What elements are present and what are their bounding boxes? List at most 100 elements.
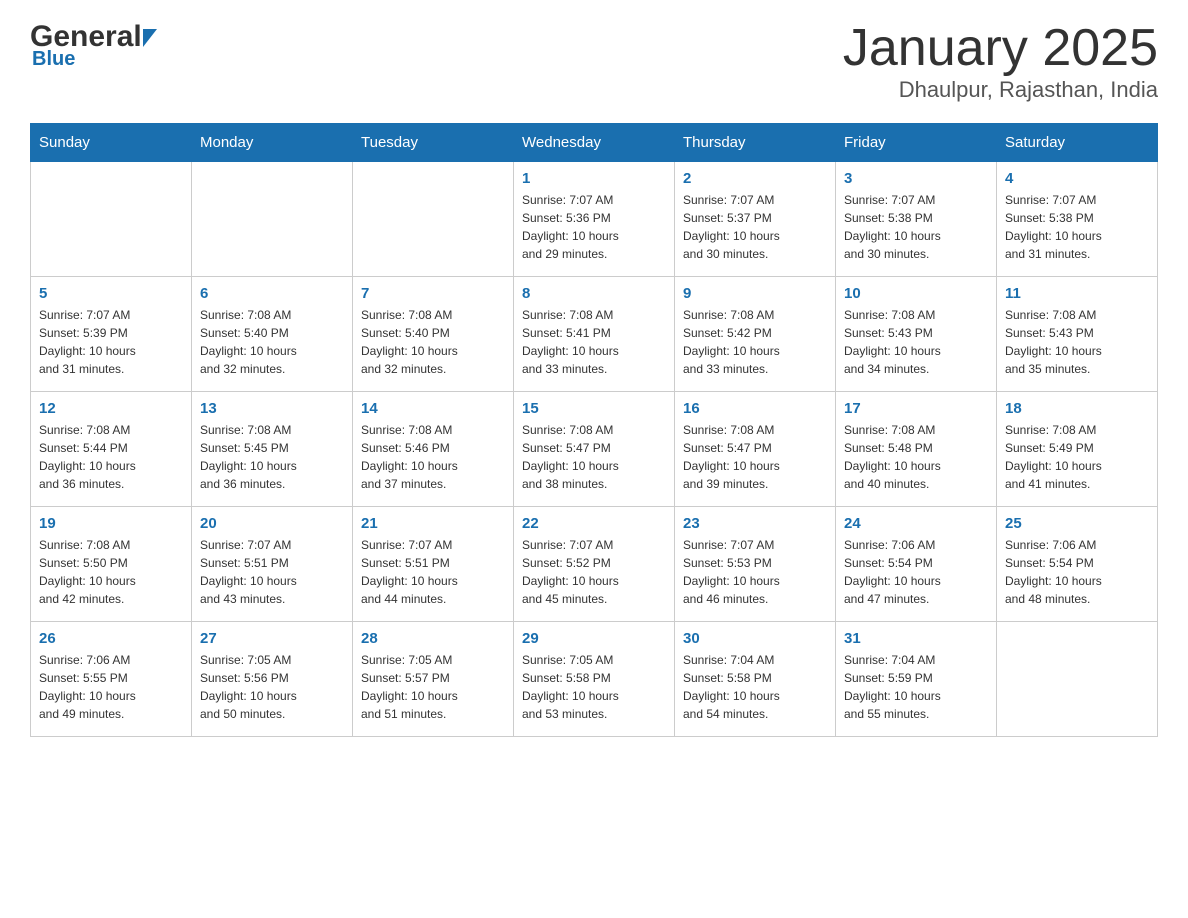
day-info: Sunrise: 7:08 AM Sunset: 5:42 PM Dayligh…: [683, 306, 827, 378]
day-info: Sunrise: 7:07 AM Sunset: 5:38 PM Dayligh…: [1005, 191, 1149, 263]
day-number: 7: [361, 285, 505, 302]
header-monday: Monday: [192, 124, 353, 162]
header-tuesday: Tuesday: [353, 124, 514, 162]
day-number: 15: [522, 400, 666, 417]
logo: General Blue: [30, 20, 157, 71]
day-info: Sunrise: 7:07 AM Sunset: 5:39 PM Dayligh…: [39, 306, 183, 378]
day-info: Sunrise: 7:08 AM Sunset: 5:44 PM Dayligh…: [39, 421, 183, 493]
header-saturday: Saturday: [997, 124, 1158, 162]
calendar-cell: [997, 622, 1158, 737]
calendar-cell: 30 Sunrise: 7:04 AM Sunset: 5:58 PM Dayli…: [675, 622, 836, 737]
day-info: Sunrise: 7:06 AM Sunset: 5:54 PM Dayligh…: [844, 536, 988, 608]
logo-arrow: [143, 29, 157, 47]
day-number: 5: [39, 285, 183, 302]
calendar-cell: 29 Sunrise: 7:05 AM Sunset: 5:58 PM Dayli…: [514, 622, 675, 737]
header-wednesday: Wednesday: [514, 124, 675, 162]
day-number: 24: [844, 515, 988, 532]
page-header: General Blue January 2025 Dhaulpur, Raja…: [30, 20, 1158, 103]
day-info: Sunrise: 7:07 AM Sunset: 5:52 PM Dayligh…: [522, 536, 666, 608]
calendar-week-row: 12 Sunrise: 7:08 AM Sunset: 5:44 PM Dayli…: [31, 392, 1158, 507]
day-info: Sunrise: 7:07 AM Sunset: 5:37 PM Dayligh…: [683, 191, 827, 263]
day-number: 25: [1005, 515, 1149, 532]
day-number: 6: [200, 285, 344, 302]
calendar-cell: 20 Sunrise: 7:07 AM Sunset: 5:51 PM Dayli…: [192, 507, 353, 622]
day-number: 31: [844, 630, 988, 647]
calendar-week-row: 26 Sunrise: 7:06 AM Sunset: 5:55 PM Dayli…: [31, 622, 1158, 737]
calendar-cell: [31, 162, 192, 277]
day-number: 1: [522, 170, 666, 187]
calendar-table: Sunday Monday Tuesday Wednesday Thursday…: [30, 123, 1158, 737]
calendar-cell: 13Sunrise: 7:08 AM Sunset: 5:45 PM Dayli…: [192, 392, 353, 507]
day-number: 12: [39, 400, 183, 417]
calendar-cell: 23 Sunrise: 7:07 AM Sunset: 5:53 PM Dayli…: [675, 507, 836, 622]
calendar-cell: 9 Sunrise: 7:08 AM Sunset: 5:42 PM Daylig…: [675, 277, 836, 392]
calendar-cell: 11 Sunrise: 7:08 AM Sunset: 5:43 PM Dayli…: [997, 277, 1158, 392]
calendar-cell: 5 Sunrise: 7:07 AM Sunset: 5:39 PM Daylig…: [31, 277, 192, 392]
day-number: 11: [1005, 285, 1149, 302]
day-number: 30: [683, 630, 827, 647]
calendar-cell: 22 Sunrise: 7:07 AM Sunset: 5:52 PM Dayli…: [514, 507, 675, 622]
day-info: Sunrise: 7:08 AM Sunset: 5:46 PM Dayligh…: [361, 421, 505, 493]
day-info: Sunrise: 7:08 AM Sunset: 5:45 PM Dayligh…: [200, 421, 344, 493]
calendar-subtitle: Dhaulpur, Rajasthan, India: [843, 77, 1158, 103]
day-info: Sunrise: 7:04 AM Sunset: 5:58 PM Dayligh…: [683, 651, 827, 723]
calendar-cell: [192, 162, 353, 277]
calendar-week-row: 5 Sunrise: 7:07 AM Sunset: 5:39 PM Daylig…: [31, 277, 1158, 392]
header-row: Sunday Monday Tuesday Wednesday Thursday…: [31, 124, 1158, 162]
calendar-cell: 4 Sunrise: 7:07 AM Sunset: 5:38 PM Daylig…: [997, 162, 1158, 277]
calendar-week-row: 1 Sunrise: 7:07 AM Sunset: 5:36 PM Daylig…: [31, 162, 1158, 277]
calendar-cell: 25Sunrise: 7:06 AM Sunset: 5:54 PM Dayli…: [997, 507, 1158, 622]
day-number: 28: [361, 630, 505, 647]
day-info: Sunrise: 7:05 AM Sunset: 5:58 PM Dayligh…: [522, 651, 666, 723]
day-number: 19: [39, 515, 183, 532]
calendar-cell: 31Sunrise: 7:04 AM Sunset: 5:59 PM Dayli…: [836, 622, 997, 737]
calendar-cell: 8 Sunrise: 7:08 AM Sunset: 5:41 PM Daylig…: [514, 277, 675, 392]
day-info: Sunrise: 7:07 AM Sunset: 5:36 PM Dayligh…: [522, 191, 666, 263]
day-number: 20: [200, 515, 344, 532]
calendar-body: 1 Sunrise: 7:07 AM Sunset: 5:36 PM Daylig…: [31, 162, 1158, 737]
calendar-cell: 3 Sunrise: 7:07 AM Sunset: 5:38 PM Daylig…: [836, 162, 997, 277]
calendar-cell: 27Sunrise: 7:05 AM Sunset: 5:56 PM Dayli…: [192, 622, 353, 737]
day-number: 22: [522, 515, 666, 532]
calendar-cell: 7Sunrise: 7:08 AM Sunset: 5:40 PM Daylig…: [353, 277, 514, 392]
day-info: Sunrise: 7:08 AM Sunset: 5:47 PM Dayligh…: [683, 421, 827, 493]
header-thursday: Thursday: [675, 124, 836, 162]
day-number: 8: [522, 285, 666, 302]
calendar-cell: 26 Sunrise: 7:06 AM Sunset: 5:55 PM Dayli…: [31, 622, 192, 737]
calendar-cell: 12 Sunrise: 7:08 AM Sunset: 5:44 PM Dayli…: [31, 392, 192, 507]
day-info: Sunrise: 7:08 AM Sunset: 5:43 PM Dayligh…: [1005, 306, 1149, 378]
day-number: 27: [200, 630, 344, 647]
day-number: 29: [522, 630, 666, 647]
day-info: Sunrise: 7:08 AM Sunset: 5:48 PM Dayligh…: [844, 421, 988, 493]
calendar-cell: 16 Sunrise: 7:08 AM Sunset: 5:47 PM Dayli…: [675, 392, 836, 507]
calendar-cell: 1 Sunrise: 7:07 AM Sunset: 5:36 PM Daylig…: [514, 162, 675, 277]
day-number: 9: [683, 285, 827, 302]
calendar-cell: 10Sunrise: 7:08 AM Sunset: 5:43 PM Dayli…: [836, 277, 997, 392]
day-number: 23: [683, 515, 827, 532]
day-number: 26: [39, 630, 183, 647]
day-info: Sunrise: 7:08 AM Sunset: 5:47 PM Dayligh…: [522, 421, 666, 493]
day-number: 18: [1005, 400, 1149, 417]
day-number: 16: [683, 400, 827, 417]
day-number: 14: [361, 400, 505, 417]
day-info: Sunrise: 7:08 AM Sunset: 5:40 PM Dayligh…: [200, 306, 344, 378]
calendar-cell: 21Sunrise: 7:07 AM Sunset: 5:51 PM Dayli…: [353, 507, 514, 622]
day-info: Sunrise: 7:07 AM Sunset: 5:38 PM Dayligh…: [844, 191, 988, 263]
calendar-cell: 17Sunrise: 7:08 AM Sunset: 5:48 PM Dayli…: [836, 392, 997, 507]
day-number: 2: [683, 170, 827, 187]
day-info: Sunrise: 7:07 AM Sunset: 5:51 PM Dayligh…: [361, 536, 505, 608]
calendar-header: Sunday Monday Tuesday Wednesday Thursday…: [31, 124, 1158, 162]
day-info: Sunrise: 7:07 AM Sunset: 5:51 PM Dayligh…: [200, 536, 344, 608]
day-number: 4: [1005, 170, 1149, 187]
day-info: Sunrise: 7:06 AM Sunset: 5:55 PM Dayligh…: [39, 651, 183, 723]
calendar-week-row: 19Sunrise: 7:08 AM Sunset: 5:50 PM Dayli…: [31, 507, 1158, 622]
day-info: Sunrise: 7:08 AM Sunset: 5:41 PM Dayligh…: [522, 306, 666, 378]
calendar-cell: 28Sunrise: 7:05 AM Sunset: 5:57 PM Dayli…: [353, 622, 514, 737]
header-sunday: Sunday: [31, 124, 192, 162]
day-info: Sunrise: 7:08 AM Sunset: 5:49 PM Dayligh…: [1005, 421, 1149, 493]
calendar-title: January 2025: [843, 20, 1158, 77]
day-info: Sunrise: 7:07 AM Sunset: 5:53 PM Dayligh…: [683, 536, 827, 608]
day-number: 3: [844, 170, 988, 187]
day-number: 10: [844, 285, 988, 302]
logo-name-blue: Blue: [30, 48, 75, 71]
